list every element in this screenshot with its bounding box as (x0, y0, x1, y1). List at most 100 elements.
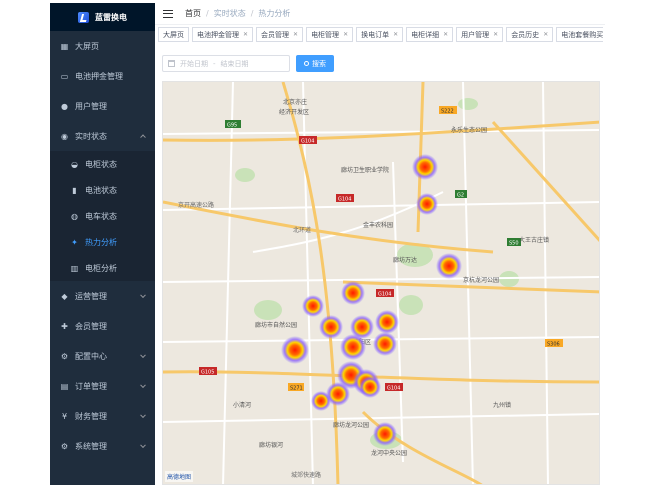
filter-bar: 开始日期 - 结束日期 搜索 (162, 55, 334, 72)
chevron-up-icon (140, 134, 146, 141)
chevron-down-icon (140, 382, 146, 389)
chevron-down-icon (140, 412, 146, 419)
brand-logo[interactable]: 蓝雷换电 (50, 3, 155, 31)
road-shield-g104-top: G104 (301, 139, 314, 145)
tag-swap-orders[interactable]: 换电订单 ✕ (356, 27, 404, 42)
heatmap-map[interactable]: G95 G104 S222 G2 G104 S50 G104 G105 S271… (162, 81, 600, 485)
close-icon[interactable]: ✕ (343, 31, 348, 38)
road-shield-s222: S222 (441, 109, 454, 115)
map-label: 廊坊市自然公园 (255, 321, 297, 329)
sidebar-item-cabinet-status[interactable]: ◒ 电柜状态 (50, 151, 155, 177)
heat-points (281, 154, 462, 446)
sidebar-item-orders[interactable]: ▤ 订单管理 (50, 371, 155, 401)
sidebar-item-heat-analysis[interactable]: ✦ 热力分析 (50, 229, 155, 255)
sidebar-item-label: 财务管理 (75, 411, 107, 421)
heat-point (359, 376, 381, 398)
search-button[interactable]: 搜索 (296, 55, 334, 72)
tags-view: 大屏页 电池押金管理 ✕ 会员管理 ✕ 电柜管理 ✕ 换电订单 ✕ 电柜详细 ✕ 用户管理… (158, 27, 603, 44)
sidebar-item-label: 电柜状态 (85, 159, 117, 169)
breadcrumb-home[interactable]: 首页 (185, 8, 201, 19)
heat-point (319, 315, 343, 339)
heat-point (375, 310, 399, 334)
tag-member-history[interactable]: 会员历史 ✕ (506, 27, 554, 42)
heat-point (302, 295, 324, 317)
heat-point (281, 336, 309, 364)
sidebar-item-battery-deposit[interactable]: ▭ 电池押金管理 (50, 61, 155, 91)
end-date-input[interactable]: 结束日期 (221, 59, 249, 69)
sidebar-item-label: 系统管理 (75, 441, 107, 451)
sidebar-item-battery-status[interactable]: ▮ 电池状态 (50, 177, 155, 203)
tag-members[interactable]: 会员管理 ✕ (256, 27, 304, 42)
map-label: 城郊快速路 (291, 471, 321, 479)
search-icon (304, 61, 309, 66)
tag-battery-deposit[interactable]: 电池押金管理 ✕ (192, 27, 254, 42)
breadcrumb-current: 热力分析 (258, 9, 291, 18)
tag-dashboard[interactable]: 大屏页 (158, 27, 189, 42)
close-icon[interactable]: ✕ (443, 31, 448, 38)
dashboard-icon: ▦ (60, 41, 69, 51)
tag-battery-package[interactable]: 电池套餐购买 (556, 27, 603, 42)
breadcrumb-separator: / (206, 9, 209, 18)
map-provider-logo[interactable]: 高德地图 (165, 471, 194, 482)
sidebar-item-finance[interactable]: ¥ 财务管理 (50, 401, 155, 431)
sidebar-item-label: 电柜分析 (85, 263, 117, 273)
heat-point (373, 422, 397, 446)
chevron-down-icon (140, 292, 146, 299)
tag-label: 电柜管理 (311, 30, 340, 39)
member-icon: ✚ (61, 321, 68, 331)
sidebar-item-users[interactable]: ● 用户管理 (50, 91, 155, 121)
close-icon[interactable]: ✕ (493, 31, 498, 38)
search-button-label: 搜索 (312, 59, 326, 68)
close-icon[interactable]: ✕ (393, 31, 398, 38)
tag-label: 会员历史 (511, 30, 540, 39)
tag-users[interactable]: 用户管理 ✕ (456, 27, 504, 42)
sidebar-item-dashboard[interactable]: ▦ 大屏页 (50, 31, 155, 61)
tag-cabinets[interactable]: 电柜管理 ✕ (306, 27, 354, 42)
date-range-picker[interactable]: 开始日期 - 结束日期 (162, 55, 290, 72)
sidebar-item-label: 大屏页 (75, 41, 99, 51)
sidebar-item-label: 运营管理 (75, 291, 107, 301)
sidebar-item-label: 订单管理 (75, 381, 107, 391)
topbar: 首页 / 实时状态 / 热力分析 (155, 3, 605, 25)
sidebar-item-operations[interactable]: ◆ 运营管理 (50, 281, 155, 311)
road-shield-g105: G105 (201, 370, 214, 376)
sidebar: 蓝雷换电 ▦ 大屏页 ▭ 电池押金管理 ● 用户管理 ◉ 实时状态 ◒ 电柜状态… (50, 3, 155, 485)
map-label: 小清河 (233, 401, 251, 409)
map-label: 永乐生态公园 (451, 126, 487, 134)
heat-point (340, 334, 366, 360)
road-shield-g104-bottom: G104 (387, 386, 400, 392)
tag-label: 会员管理 (261, 30, 290, 39)
calendar-icon (168, 60, 175, 67)
start-date-input[interactable]: 开始日期 (180, 59, 208, 69)
sidebar-item-members[interactable]: ✚ 会员管理 (50, 311, 155, 341)
sidebar-item-vehicle-status[interactable]: ◍ 电车状态 (50, 203, 155, 229)
road-shield-g104-mid: G104 (338, 197, 351, 203)
road-shield-g2: G2 (457, 193, 464, 199)
map-label: 京开高速公路 (178, 201, 214, 209)
road-shield-s306: S306 (547, 342, 560, 348)
card-icon: ▭ (60, 71, 69, 81)
heat-point (311, 391, 331, 411)
close-icon[interactable]: ✕ (543, 31, 548, 38)
heat-point (436, 253, 462, 279)
map-label: 北京亦庄 (283, 98, 307, 106)
sidebar-item-system[interactable]: ⚙ 系统管理 (50, 431, 155, 461)
hamburger-icon[interactable] (163, 9, 173, 18)
tag-label: 电池套餐购买 (561, 30, 603, 39)
sidebar-item-realtime[interactable]: ◉ 实时状态 (50, 121, 155, 151)
tag-cabinet-detail[interactable]: 电柜详细 ✕ (406, 27, 454, 42)
close-icon[interactable]: ✕ (243, 31, 248, 38)
breadcrumb-parent[interactable]: 实时状态 (214, 8, 246, 19)
close-icon[interactable]: ✕ (293, 31, 298, 38)
map-label: 龙河中央公园 (371, 449, 407, 457)
sidebar-item-config[interactable]: ⚙ 配置中心 (50, 341, 155, 371)
order-icon: ▤ (60, 381, 69, 391)
sidebar-item-cabinet-analysis[interactable]: ▥ 电柜分析 (50, 255, 155, 281)
location-icon: ◉ (61, 131, 68, 141)
finance-icon: ¥ (61, 411, 68, 421)
heat-icon: ✦ (71, 237, 78, 247)
road-shield-s50: S50 (509, 241, 519, 247)
road-shield-g104-low: G104 (378, 292, 391, 298)
chevron-down-icon (140, 442, 146, 449)
map-label: 廊坊银河 (259, 441, 283, 449)
